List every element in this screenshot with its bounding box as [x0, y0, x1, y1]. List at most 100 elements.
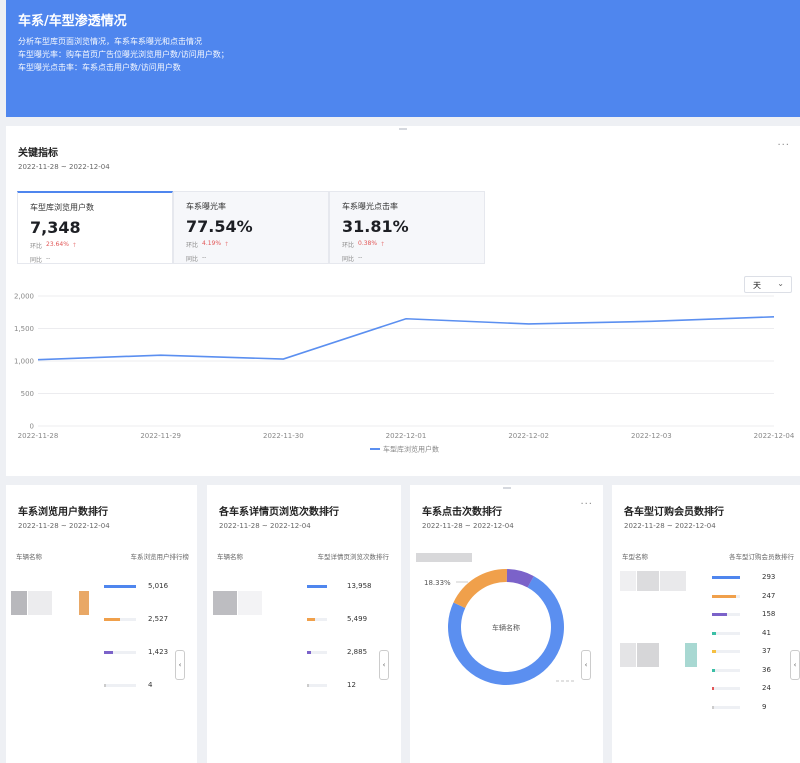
- rank-bar-track: [712, 705, 740, 709]
- blurred-car-name: [28, 591, 52, 615]
- rank-value: 1,423: [148, 648, 169, 656]
- slice-percent-label: 18.33%: [424, 579, 451, 587]
- kpi-label: 车型库浏览用户数: [30, 203, 94, 212]
- line-chart: 2,000 1,500 1,000 500 02022-11-28 2022-11-29 2…: [14, 293, 795, 454]
- col-header-rank: 车型详情页浏览次数排行: [317, 553, 390, 561]
- rank-value: 247: [762, 591, 776, 600]
- blurred-car-name: [637, 643, 659, 667]
- kpi-tile-click-rate[interactable]: 车系曝光点击率 31.81% 环比 0.38% 🡑 同比 --: [329, 191, 485, 264]
- mom-value: 4.19%: [202, 240, 222, 247]
- rank-bar-track: [712, 631, 740, 635]
- blurred-car-name: [660, 571, 686, 591]
- mom-value: 23.64%: [46, 241, 69, 248]
- kpi-mom-row: 环比 0.38% 🡑: [342, 240, 472, 250]
- yoy-value: --: [358, 254, 363, 261]
- kpi-value: 7,348: [30, 218, 81, 237]
- more-options-icon[interactable]: ···: [580, 499, 593, 510]
- banner-desc-2: 车型曝光率：购车首页广告位曝光浏览用户数/访问用户数；: [18, 50, 229, 59]
- x-tick-label: 2022-12-03: [631, 432, 672, 440]
- blurred-car-name: [11, 591, 27, 615]
- rank-bar: [307, 585, 327, 588]
- rank-bar-track: [712, 687, 740, 690]
- kpi-label: 车系曝光点击率: [342, 202, 398, 211]
- drag-handle[interactable]: [399, 128, 407, 130]
- card-title: 各车系详情页浏览次数排行: [219, 507, 339, 518]
- mom-label: 环比: [342, 242, 355, 249]
- kpi-tile-exposure-rate[interactable]: 车系曝光率 77.54% 环比 4.19% 🡑 同比 --: [173, 191, 329, 264]
- series-browse-rank-card: 车系浏览用户数排行 2022-11-28 ~ 2022-12-04 车辆名称 车…: [6, 485, 197, 763]
- card-title: 车系点击次数排行: [422, 507, 502, 518]
- rank-bar: [712, 613, 728, 616]
- blurred-car-name: [637, 571, 659, 591]
- banner-desc-1: 分析车型库页面浏览情况，车系车系曝光和点击情况: [18, 37, 202, 46]
- date-range: 2022-11-28 ~ 2022-12-04: [624, 522, 716, 530]
- blurred-car-name: [79, 591, 89, 615]
- blurred-car-name: [620, 643, 636, 667]
- blurred-car-name: [238, 591, 262, 615]
- y-tick-label: 500: [21, 390, 34, 398]
- donut-center-label: 车辆名称: [492, 623, 520, 632]
- series-line: [37, 316, 775, 361]
- rank-bar: [712, 650, 716, 653]
- rank-bar-track: [104, 684, 136, 687]
- x-tick-label: 2022-12-04: [754, 432, 795, 440]
- rank-bar-track: [307, 684, 327, 687]
- donut-chart: 车辆名称 18.33% 5: [424, 555, 574, 685]
- mom-value: 0.38%: [358, 240, 378, 247]
- col-header-rank: 各车型订购会员数排行: [729, 553, 794, 561]
- slice-small-label: 5: [486, 555, 490, 556]
- scroll-left-button[interactable]: ‹: [790, 650, 800, 680]
- rank-value: 2,527: [148, 615, 169, 623]
- rank-bar: [307, 684, 309, 687]
- rank-bar: [104, 618, 120, 621]
- series-click-rank-card: 车系点击次数排行 2022-11-28 ~ 2022-12-04 ··· 车辆名…: [410, 485, 603, 763]
- rank-bar: [712, 631, 716, 635]
- rank-value: 12: [347, 681, 356, 689]
- kpi-value: 31.81%: [342, 217, 409, 236]
- kpi-yoy-row: 同比 --: [30, 255, 160, 264]
- arrow-up-icon: 🡑: [72, 242, 77, 249]
- kpi-value: 77.54%: [186, 217, 253, 236]
- x-tick-label: 2022-12-02: [508, 432, 549, 440]
- rank-value: 37: [762, 647, 771, 655]
- rank-bar: [712, 594, 736, 598]
- kpi-tiles: 车型库浏览用户数 7,348 环比 23.64% 🡑 同比 -- 车系曝光率 77.5…: [17, 191, 485, 264]
- kpi-mom-row: 环比 4.19% 🡑: [186, 240, 316, 250]
- kpi-yoy-row: 同比 --: [342, 254, 472, 263]
- date-range: 2022-11-28 ~ 2022-12-04: [18, 522, 110, 530]
- arrow-up-icon: 🡑: [225, 241, 229, 248]
- rank-bar: [307, 618, 315, 621]
- kpi-mom-row: 环比 23.64% 🡑: [30, 241, 160, 251]
- yoy-value: --: [46, 255, 51, 262]
- rank-bar: [712, 705, 714, 709]
- x-tick-label: 2022-11-28: [18, 432, 59, 440]
- blurred-car-name: [620, 571, 636, 591]
- donut-slice: [453, 569, 508, 608]
- rank-value: 13,958: [347, 582, 372, 590]
- card-title: 车系浏览用户数排行: [18, 507, 108, 518]
- key-metrics-card: 关键指标 2022-11-28 ~ 2022-12-04 ··· 车型库浏览用户…: [6, 126, 800, 476]
- scroll-left-button[interactable]: ‹: [379, 650, 389, 680]
- scroll-left-button[interactable]: ‹: [581, 650, 591, 680]
- legend-label: 车型库浏览用户数: [383, 445, 439, 454]
- rank-value: 36: [762, 665, 771, 674]
- yoy-value: --: [202, 254, 207, 261]
- rank-bar: [712, 576, 740, 579]
- date-range: 2022-11-28 ~ 2022-12-04: [219, 522, 311, 530]
- arrow-up-icon: 🡑: [381, 241, 385, 248]
- rank-bar: [307, 651, 312, 654]
- blurred-car-name: [685, 643, 697, 667]
- page-title: 车系/车型渗透情况: [18, 14, 127, 29]
- rank-bar: [104, 684, 106, 687]
- rank-bar-track: [712, 650, 740, 653]
- col-header-name: 车辆名称: [16, 553, 42, 561]
- rank-value: 5,499: [347, 615, 368, 623]
- more-options-icon[interactable]: ···: [777, 140, 790, 151]
- rank-value: 24: [762, 684, 771, 692]
- scroll-left-button[interactable]: ‹: [175, 650, 185, 680]
- drag-handle[interactable]: [502, 487, 511, 489]
- x-tick-label: 2022-12-01: [386, 432, 427, 440]
- rank-value: 5,016: [148, 582, 169, 590]
- kpi-tile-browse-users[interactable]: 车型库浏览用户数 7,348 环比 23.64% 🡑 同比 --: [17, 191, 173, 264]
- y-tick-label: 2,000: [14, 293, 34, 301]
